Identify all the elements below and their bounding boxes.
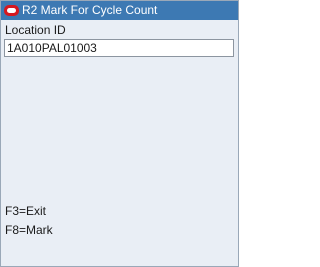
location-id-input[interactable] bbox=[4, 39, 234, 57]
title-bar: R2 Mark For Cycle Count bbox=[1, 1, 238, 20]
oracle-logo-inner bbox=[7, 8, 16, 13]
window-title: R2 Mark For Cycle Count bbox=[22, 3, 158, 17]
app-window: R2 Mark For Cycle Count Location ID F3=E… bbox=[0, 0, 239, 267]
exit-key-hint: F3=Exit bbox=[5, 204, 47, 218]
mark-key-hint: F8=Mark bbox=[5, 223, 53, 237]
oracle-logo-icon bbox=[4, 5, 19, 16]
location-id-label: Location ID bbox=[5, 23, 66, 37]
